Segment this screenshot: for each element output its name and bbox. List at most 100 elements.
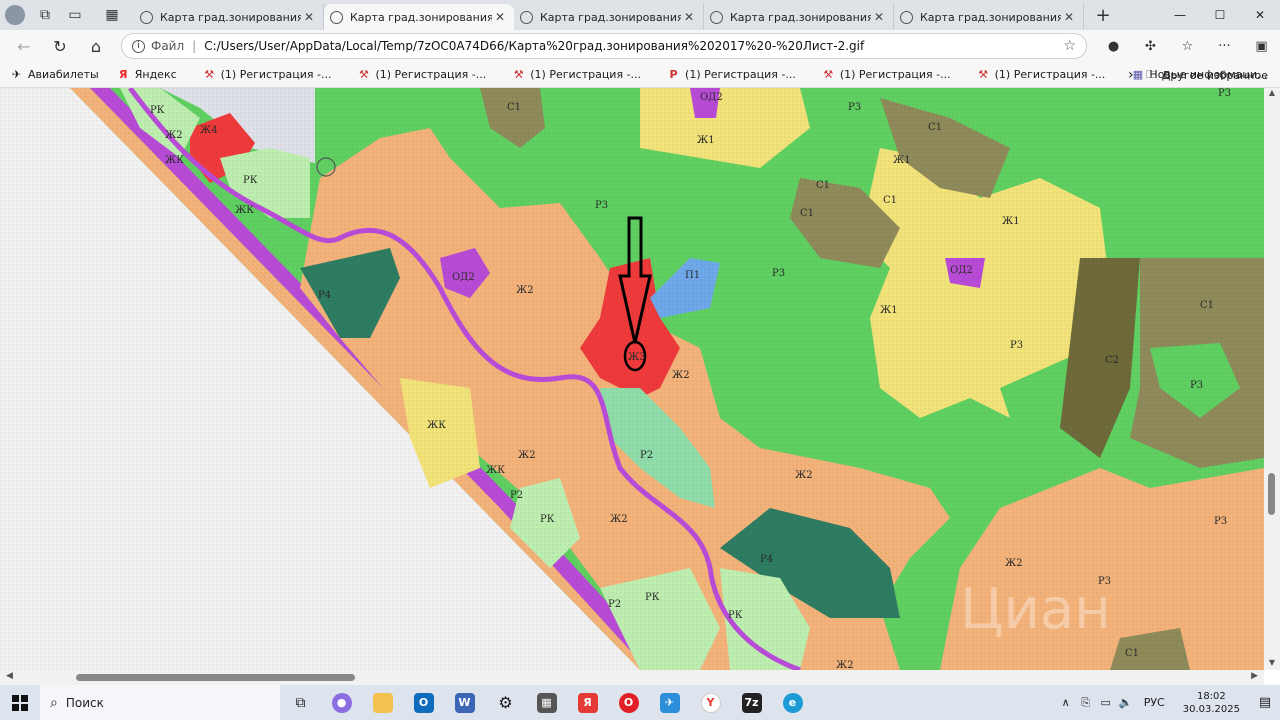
vertical-scroll-thumb[interactable] xyxy=(1268,473,1275,515)
vertical-scrollbar[interactable]: ▲ ▼ xyxy=(1264,88,1280,670)
favorites-icon[interactable]: ☆ xyxy=(1169,30,1206,62)
windows-logo-icon xyxy=(12,694,28,711)
folder-icon: 🗀 xyxy=(1145,67,1157,81)
favorite-star-icon[interactable]: ☆ xyxy=(1063,38,1076,54)
profile-button[interactable] xyxy=(0,0,30,30)
map-label: ОД2 xyxy=(950,265,973,276)
app-word[interactable]: W xyxy=(444,685,485,720)
tab-title: Карта град.зонирования 2017 xyxy=(160,10,301,24)
chevron-right-icon[interactable]: › xyxy=(1116,67,1146,83)
map-label: ЖК xyxy=(427,420,446,431)
map-label: Р3 xyxy=(595,200,608,211)
notifications-icon[interactable]: ▤ xyxy=(1250,695,1280,710)
usb-icon[interactable]: ⎘ xyxy=(1076,696,1096,710)
favorite-registration-2[interactable]: ⚒ (1) Регистрация -... xyxy=(357,68,486,81)
app-opera[interactable]: O xyxy=(608,685,649,720)
battery-icon[interactable]: ▭ xyxy=(1096,696,1116,709)
url-text[interactable]: C:/Users/User/AppData/Local/Temp/7zOC0A7… xyxy=(204,39,1063,53)
close-tab-icon[interactable]: ✕ xyxy=(301,10,317,24)
clock[interactable]: 18:02 30.03.2025 xyxy=(1183,690,1240,716)
taskbar-search[interactable]: ⌕ Поиск xyxy=(40,685,280,720)
scroll-down-icon[interactable]: ▼ xyxy=(1264,658,1280,670)
tab-2[interactable]: Карта град.зонирования 2017 ✕ xyxy=(324,4,514,30)
map-label: Р3 xyxy=(1190,380,1203,391)
favorites-overflow: › 🗀 Другое избранное xyxy=(1116,62,1280,88)
tab-bar: ⧉ ▭ ▦ Карта град.зонирования 2017 ✕ Карт… xyxy=(0,0,1280,30)
horizontal-scroll-thumb[interactable] xyxy=(76,674,355,681)
map-label: Р4 xyxy=(760,554,773,565)
close-tab-icon[interactable]: ✕ xyxy=(871,10,887,24)
workspaces-icon[interactable]: ⧉ xyxy=(30,0,60,30)
scroll-up-icon[interactable]: ▲ xyxy=(1264,88,1280,100)
tab-4[interactable]: Карта град.зонирования 2017 ✕ xyxy=(704,4,894,30)
favorite-yandex[interactable]: Я Яндекс xyxy=(117,68,177,81)
zoning-map-image[interactable]: Циан РК Ж2 Ж4 ЖК РК ЖК С1 ОД2 Ж1 Р3 С1 Ж… xyxy=(0,88,1264,670)
map-label: Ж2 xyxy=(795,470,813,481)
map-label: РК xyxy=(150,105,165,116)
menu-dots-icon[interactable]: ··· xyxy=(1206,30,1243,62)
scroll-right-icon[interactable]: ▶ xyxy=(1251,671,1258,681)
start-button[interactable] xyxy=(0,685,40,720)
maximize-icon[interactable]: ☐ xyxy=(1200,0,1240,30)
folder-icon xyxy=(372,692,393,713)
system-tray: ∧ ⎘ ▭ 🔈 РУС 18:02 30.03.2025 ▤ xyxy=(1056,685,1280,720)
map-label: ЖК xyxy=(165,155,184,166)
close-tab-icon[interactable]: ✕ xyxy=(681,10,697,24)
app-edge[interactable]: e xyxy=(772,685,813,720)
favorite-registration-6[interactable]: ⚒ (1) Регистрация -... xyxy=(977,68,1105,81)
app-explorer[interactable] xyxy=(362,685,403,720)
other-favorites-folder[interactable]: 🗀 Другое избранное xyxy=(1146,66,1268,85)
favorite-registration-3[interactable]: ⚒ (1) Регистрация -... xyxy=(512,68,641,81)
apps-grid-icon[interactable]: ▦ xyxy=(90,0,134,30)
favorite-registration-1[interactable]: ⚒ (1) Регистрация -... xyxy=(203,68,331,81)
chevron-up-icon[interactable]: ∧ xyxy=(1056,696,1076,709)
close-tab-icon[interactable]: ✕ xyxy=(492,10,508,24)
map-label: С1 xyxy=(928,122,942,133)
tab-5[interactable]: Карта град.зонирования 2017 ✕ xyxy=(894,4,1084,30)
close-tab-icon[interactable]: ✕ xyxy=(1061,10,1077,24)
map-label: Ж1 xyxy=(1002,216,1020,227)
app-store[interactable]: ▦ xyxy=(526,685,567,720)
app-copilot[interactable]: ● xyxy=(321,685,362,720)
home-button[interactable]: ⌂ xyxy=(78,30,114,62)
volume-icon[interactable]: 🔈 xyxy=(1116,696,1136,709)
favorite-registration-4[interactable]: P (1) Регистрация -... xyxy=(667,68,796,81)
app-7zip[interactable]: 7z xyxy=(731,685,772,720)
app-outlook[interactable]: O xyxy=(403,685,444,720)
favorite-registration-5[interactable]: ⚒ (1) Регистрация -... xyxy=(822,68,950,81)
tab-title: Карта град.зонирования 2017 xyxy=(540,10,681,24)
app-yandex-browser[interactable]: Y xyxy=(690,685,731,720)
new-tab-button[interactable]: + xyxy=(1088,5,1118,26)
gavel-icon: ⚒ xyxy=(204,68,215,81)
app-nav[interactable]: ✈ xyxy=(649,685,690,720)
map-label: С1 xyxy=(816,180,830,191)
sidebar-toggle-icon[interactable]: ▣ xyxy=(1243,30,1280,62)
map-label: ОД2 xyxy=(452,272,475,283)
map-label: Р3 xyxy=(1098,576,1111,587)
minimize-icon[interactable]: — xyxy=(1160,0,1200,30)
info-icon[interactable]: i xyxy=(132,39,145,53)
address-bar[interactable]: i Файл | C:/Users/User/AppData/Local/Tem… xyxy=(121,33,1087,59)
yandex-browser-icon: Y xyxy=(700,692,721,713)
extension-icon[interactable]: ● xyxy=(1095,30,1132,62)
gavel-icon: ⚒ xyxy=(978,68,989,81)
favorite-aviabilety[interactable]: ✈ Авиабилеты xyxy=(10,68,99,81)
tab-actions-icon[interactable]: ▭ xyxy=(60,0,90,30)
task-view-icon: ⧉ xyxy=(295,694,306,711)
tab-1[interactable]: Карта град.зонирования 2017 ✕ xyxy=(134,4,324,30)
language-indicator[interactable]: РУС xyxy=(1144,696,1165,709)
task-view-button[interactable]: ⧉ xyxy=(280,685,321,720)
close-window-icon[interactable]: ✕ xyxy=(1240,0,1280,30)
extensions-puzzle-icon[interactable]: ✣ xyxy=(1132,30,1169,62)
app-settings[interactable]: ⚙ xyxy=(485,685,526,720)
back-button[interactable]: ← xyxy=(6,30,42,62)
map-label: Р3 xyxy=(1214,516,1227,527)
horizontal-scrollbar[interactable]: ◀ ▶ xyxy=(0,670,1264,685)
plane-icon: ✈ xyxy=(659,692,680,713)
refresh-button[interactable]: ↻ xyxy=(42,30,78,62)
app-yandex[interactable]: Я xyxy=(567,685,608,720)
map-label: Ж2 xyxy=(672,370,690,381)
clock-time: 18:02 xyxy=(1196,690,1226,702)
tab-3[interactable]: Карта град.зонирования 2017 ✕ xyxy=(514,4,704,30)
scroll-left-icon[interactable]: ◀ xyxy=(6,671,13,681)
